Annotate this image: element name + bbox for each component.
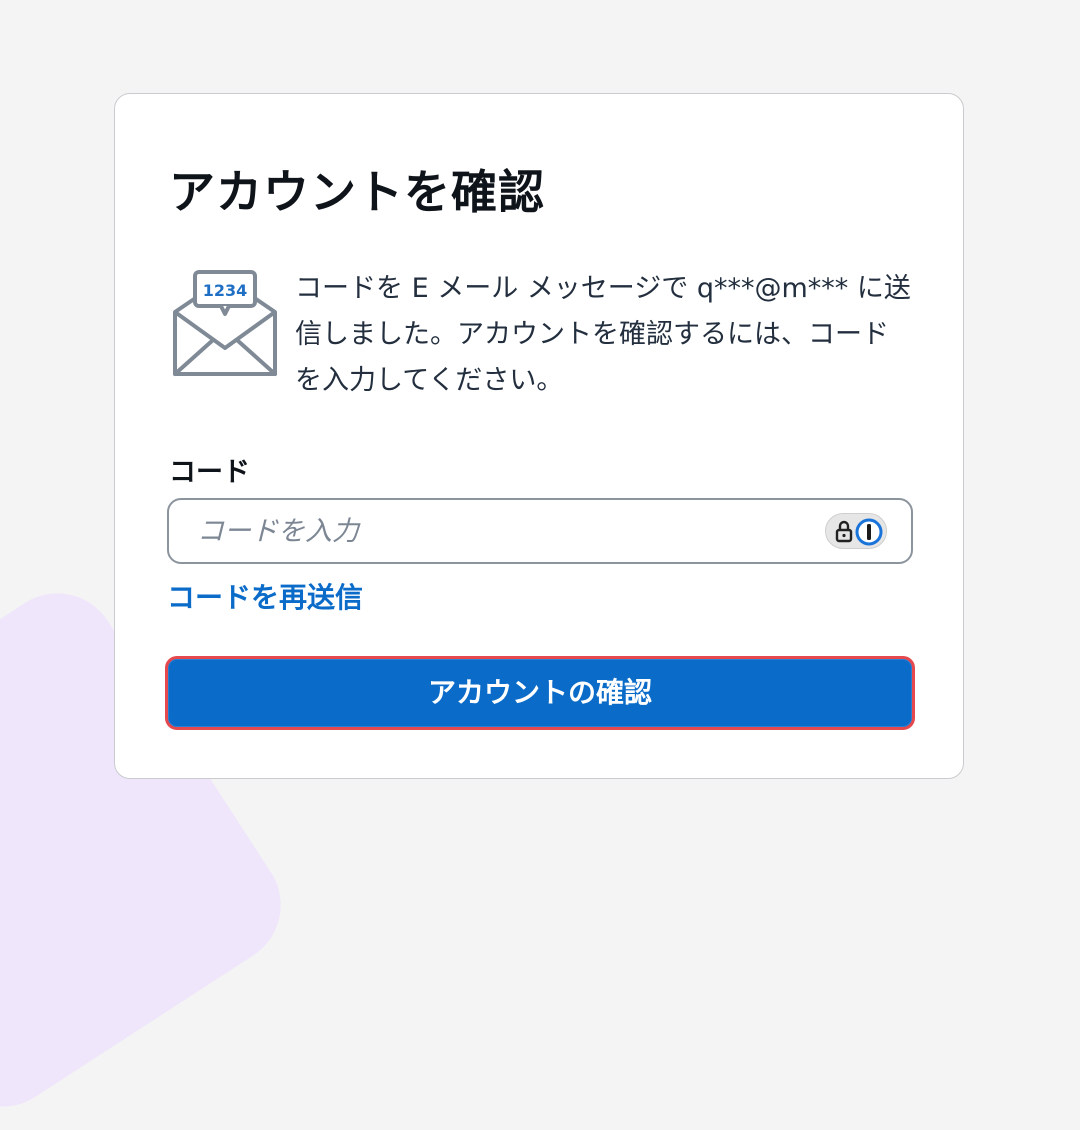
envelope-code-text: 1234 [203, 281, 248, 300]
confirm-account-button[interactable]: アカウントの確認 [165, 656, 915, 730]
code-input[interactable] [169, 500, 809, 562]
verify-account-card: アカウントを確認 1234 コードを E メール メッセージで q***@m**… [114, 93, 964, 779]
verification-message-row: 1234 コードを E メール メッセージで q***@m*** に送信しました… [171, 266, 911, 406]
envelope-with-code-icon: 1234 [171, 270, 279, 380]
code-field-label: コード [169, 457, 250, 488]
password-manager-lock-icon[interactable] [825, 513, 887, 549]
resend-code-link[interactable]: コードを再送信 [167, 576, 363, 616]
code-input-container[interactable] [167, 498, 913, 564]
page-title: アカウントを確認 [169, 165, 545, 219]
verification-message: コードを E メール メッセージで q***@m*** に送信しました。アカウン… [295, 273, 911, 396]
confirm-account-button-label: アカウントの確認 [427, 676, 652, 709]
